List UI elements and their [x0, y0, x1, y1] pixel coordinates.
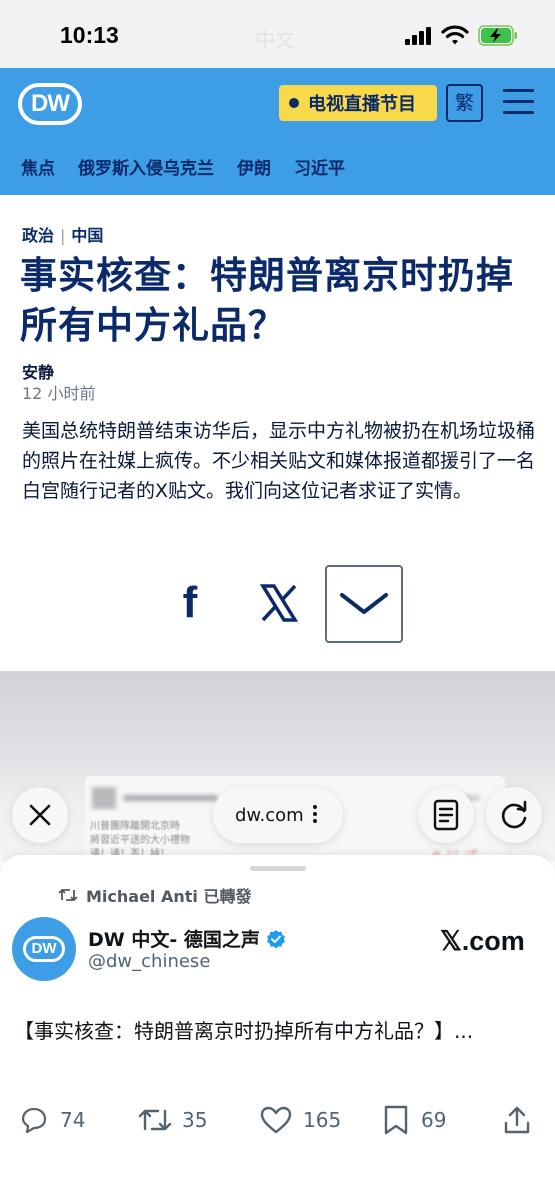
reply-icon: [21, 1107, 47, 1134]
image-blurred-line: [123, 795, 218, 801]
share-icon: [504, 1106, 530, 1134]
url-more-icon[interactable]: [312, 804, 318, 824]
verified-badge-icon: [266, 929, 285, 948]
reload-button[interactable]: [486, 787, 542, 843]
live-dot-icon: [289, 98, 299, 108]
more-share-button[interactable]: [325, 565, 403, 643]
bookmark-button[interactable]: 69: [381, 1098, 446, 1142]
like-button[interactable]: 165: [259, 1098, 341, 1142]
image-blurred-avatar: [92, 787, 116, 809]
x-share-icon[interactable]: [254, 578, 304, 628]
like-count: 165: [303, 1108, 342, 1132]
url-bar[interactable]: dw.com: [213, 787, 343, 843]
site-header: DW 电视直播节目 繁 焦点 俄罗斯入侵乌克兰 伊朗 习近平: [0, 68, 555, 195]
bookmark-icon: [384, 1105, 408, 1135]
reply-count: 74: [60, 1108, 86, 1132]
dw-logo[interactable]: DW: [18, 83, 82, 125]
x-com-brand[interactable]: 𝕏.com: [440, 926, 525, 957]
repost-button[interactable]: 35: [138, 1098, 207, 1142]
retweet-note: Michael Anti 已轉發: [58, 883, 251, 907]
breadcrumb-link[interactable]: 政治: [22, 226, 54, 245]
bookmark-count: 69: [421, 1108, 447, 1132]
topic-link[interactable]: 俄罗斯入侵乌克兰: [78, 154, 214, 179]
traditional-chinese-button[interactable]: 繁: [446, 84, 483, 122]
cellular-signal-icon: [405, 27, 433, 45]
facebook-share-icon[interactable]: f: [165, 578, 215, 628]
hamburger-menu-icon[interactable]: [503, 89, 534, 115]
article-headline: 事实核查：特朗普离京时扔掉所有中方礼品？: [20, 254, 514, 347]
chevron-down-icon: [340, 593, 388, 614]
heart-icon: [260, 1106, 292, 1134]
breadcrumb-separator: |: [60, 226, 66, 245]
reply-button[interactable]: 74: [18, 1098, 85, 1142]
share-button[interactable]: [502, 1098, 542, 1142]
topic-link[interactable]: 习近平: [294, 154, 345, 179]
live-tv-button[interactable]: 电视直播节目: [279, 85, 437, 121]
account-handle[interactable]: @dw_chinese: [88, 951, 210, 972]
topic-link[interactable]: 焦点: [21, 154, 55, 179]
url-text: dw.com: [235, 804, 304, 826]
reader-icon: [433, 799, 459, 831]
reload-icon: [501, 800, 527, 829]
breadcrumb: 政治 | 中国: [22, 222, 103, 246]
repost-icon: [138, 1109, 172, 1131]
tweet-actions: 74 35 165 69: [0, 1098, 555, 1142]
topic-link[interactable]: 伊朗: [237, 154, 271, 179]
status-time: 10:13: [60, 22, 119, 48]
article-timestamp: 12 小时前: [22, 384, 96, 403]
status-bar: 10:13 中文: [0, 0, 555, 68]
repost-count: 35: [182, 1108, 208, 1132]
retweeted-by-label: Michael Anti 已轉發: [86, 887, 252, 906]
tweet-text[interactable]: 【事实核查：特朗普离京时扔掉所有中方礼品？】...: [14, 1014, 494, 1048]
retweet-icon: [58, 889, 78, 901]
sheet-grabber[interactable]: [250, 866, 306, 871]
live-tv-label: 电视直播节目: [308, 94, 416, 115]
close-button[interactable]: [12, 787, 68, 843]
topic-nav: 焦点 俄罗斯入侵乌克兰 伊朗 习近平: [21, 154, 368, 179]
breadcrumb-link[interactable]: 中国: [71, 226, 103, 245]
article-lead: 美国总统特朗普结束访华后，显示中方礼物被扔在机场垃圾桶的照片在社媒上疯传。不少相…: [22, 420, 536, 502]
avatar[interactable]: DW: [12, 917, 76, 981]
ghost-page-title: 中文: [255, 28, 295, 52]
battery-charging-icon: [478, 25, 517, 46]
account-name[interactable]: DW 中文- 德国之声: [88, 925, 286, 952]
reader-mode-button[interactable]: [418, 787, 474, 843]
close-icon: [29, 804, 51, 826]
wifi-icon: [441, 25, 469, 45]
